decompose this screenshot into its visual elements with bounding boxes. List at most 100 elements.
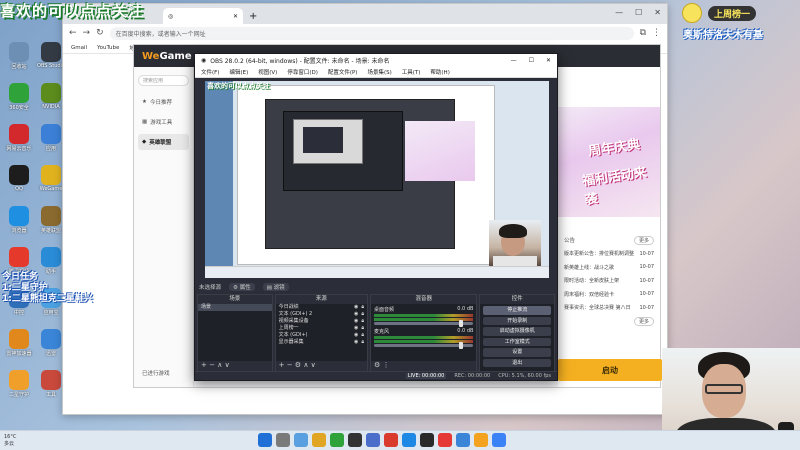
sidebar-item-recommend[interactable]: ★ 今日推荐 xyxy=(138,94,189,110)
eye-icon[interactable]: ◉ xyxy=(354,339,358,346)
taskbar-app-icon[interactable] xyxy=(366,433,380,447)
minimize-icon[interactable]: — xyxy=(615,8,623,17)
source-item[interactable]: 文本 (GDI+) ◉ 🔒︎ xyxy=(276,332,367,339)
add-icon[interactable]: + xyxy=(201,361,207,369)
control-button[interactable]: 停止推流 xyxy=(483,306,552,315)
taskbar-app-icon[interactable] xyxy=(258,433,272,447)
obs-menu-item[interactable]: 帮助(H) xyxy=(430,68,449,76)
eye-icon[interactable]: ◉ xyxy=(354,304,358,311)
gear-icon[interactable]: ⚙ xyxy=(374,361,380,369)
minimize-icon[interactable]: — xyxy=(511,57,517,64)
lock-icon[interactable]: 🔒︎ xyxy=(361,325,364,332)
news-row[interactable]: 限时活动：全新皮肤上架 10-07 xyxy=(558,274,660,288)
taskbar-app-icon[interactable] xyxy=(348,433,362,447)
address-bar[interactable]: 在百度中搜索，或者输入一个网址 xyxy=(109,26,634,40)
desktop-icon[interactable]: 回收站 xyxy=(4,42,34,76)
source-item[interactable]: 今日战绩 ◉ 🔒︎ xyxy=(276,304,367,311)
volume-slider[interactable] xyxy=(374,320,474,327)
volume-slider[interactable] xyxy=(374,342,474,349)
taskbar-app-icon[interactable] xyxy=(402,433,416,447)
control-button[interactable]: 设置 xyxy=(483,348,552,357)
obs-menu-item[interactable]: 文件(F) xyxy=(201,68,219,76)
lock-icon[interactable]: 🔒︎ xyxy=(361,339,364,346)
maximize-icon[interactable]: ☐ xyxy=(635,8,642,17)
eye-icon[interactable]: ◉ xyxy=(354,318,358,325)
news-more-button[interactable]: 更多 xyxy=(633,235,654,245)
bookmark-youtube[interactable]: YouTube xyxy=(97,45,119,51)
scene-item[interactable]: 场景 xyxy=(198,304,272,311)
news-row[interactable]: 周末福利：双倍经验卡 10-07 xyxy=(558,288,660,302)
taskbar-app-icon[interactable] xyxy=(456,433,470,447)
remove-icon[interactable]: − xyxy=(209,361,215,369)
source-item[interactable]: 文本 (GDI+) 2 ◉ 🔒︎ xyxy=(276,311,367,318)
close-tab-icon[interactable]: ✕ xyxy=(233,13,238,20)
desktop-icon[interactable]: 雷神加速器 xyxy=(4,329,34,363)
more-icon[interactable]: ⋮ xyxy=(383,361,390,369)
sidebar-item-tools[interactable]: ▦ 游戏工具 xyxy=(138,114,189,130)
source-item[interactable]: 显示器采集 ◉ 🔒︎ xyxy=(276,339,367,346)
taskbar-app-icon[interactable] xyxy=(276,433,290,447)
taskbar-app-icon[interactable] xyxy=(294,433,308,447)
menu-icon[interactable]: ⋮ xyxy=(652,28,661,38)
desktop-icon[interactable]: 浏览器 xyxy=(4,206,34,240)
reload-icon[interactable]: ↻ xyxy=(96,28,104,38)
news-row[interactable]: 新英雄上线：战斗之歌 10-07 xyxy=(558,261,660,275)
lock-icon[interactable]: 🔒︎ xyxy=(361,304,364,311)
down-icon[interactable]: ∨ xyxy=(225,361,230,369)
maximize-icon[interactable]: ☐ xyxy=(529,57,534,64)
desktop-icon[interactable]: 360安全 xyxy=(4,83,34,117)
eye-icon[interactable]: ◉ xyxy=(354,332,358,339)
obs-preview[interactable]: 喜欢的可以点点关注 xyxy=(205,81,549,278)
obs-menu-item[interactable]: 停靠窗口(D) xyxy=(287,68,318,76)
obs-menu-item[interactable]: 场景集(S) xyxy=(367,68,391,76)
browser-tab[interactable]: ◎ ✕ xyxy=(163,8,243,24)
taskbar-app-icon[interactable] xyxy=(420,433,434,447)
taskbar-app-icon[interactable] xyxy=(384,433,398,447)
close-icon[interactable]: ✕ xyxy=(546,57,551,64)
filters-button[interactable]: ▤ 滤镜 xyxy=(262,283,289,291)
down-icon[interactable]: ∨ xyxy=(311,361,316,369)
source-item[interactable]: 上周榜一 ◉ 🔒︎ xyxy=(276,325,367,332)
bookmark-gmail[interactable]: Gmail xyxy=(71,45,87,51)
taskbar-app-icon[interactable] xyxy=(474,433,488,447)
news-row[interactable]: 版本更新公告：排位赛机制调整 10-07 xyxy=(558,247,660,261)
desktop-icon[interactable]: 网易云音乐 xyxy=(4,124,34,158)
lock-icon[interactable]: 🔒︎ xyxy=(361,318,364,325)
sidebar-footer[interactable]: 已进行游戏 xyxy=(138,365,170,381)
obs-menu-item[interactable]: 视图(V) xyxy=(258,68,277,76)
properties-button[interactable]: ⚙ 属性 xyxy=(229,283,255,291)
control-button[interactable]: 开始录制 xyxy=(483,316,552,325)
obs-menu-item[interactable]: 配置文件(P) xyxy=(328,68,358,76)
weather-widget[interactable]: 16°C 多云 xyxy=(4,434,16,448)
lock-icon[interactable]: 🔒︎ xyxy=(361,311,364,318)
desktop-icon[interactable]: 二星守护 xyxy=(4,370,34,404)
taskbar-app-icon[interactable] xyxy=(330,433,344,447)
eye-icon[interactable]: ◉ xyxy=(354,325,358,332)
up-icon[interactable]: ∧ xyxy=(303,361,308,369)
add-icon[interactable]: + xyxy=(279,361,285,369)
up-icon[interactable]: ∧ xyxy=(217,361,222,369)
taskbar-app-icon[interactable] xyxy=(312,433,326,447)
desktop-icon[interactable]: QQ xyxy=(4,165,34,199)
sidebar-item-lol[interactable]: ◆ 英雄联盟 xyxy=(138,134,189,150)
close-icon[interactable]: ✕ xyxy=(654,8,661,17)
obs-menu-item[interactable]: 编辑(E) xyxy=(229,68,248,76)
extensions-icon[interactable]: ⧉ xyxy=(640,28,646,38)
news-row[interactable]: 赛事资讯：全球总决赛 第八日 10-07 xyxy=(558,301,660,315)
new-tab-button[interactable]: + xyxy=(249,11,257,24)
control-button[interactable]: 退出 xyxy=(483,358,552,367)
source-item[interactable]: 视频采集设备 ◉ 🔒︎ xyxy=(276,318,367,325)
taskbar-app-icon[interactable] xyxy=(438,433,452,447)
control-button[interactable]: 启动虚拟摄像机 xyxy=(483,327,552,336)
obs-menu-item[interactable]: 工具(T) xyxy=(402,68,421,76)
forward-icon[interactable]: → xyxy=(83,28,91,38)
gear-icon[interactable]: ⚙ xyxy=(295,361,301,369)
wegame-banner[interactable]: 周年庆典 福利活动来袭 xyxy=(558,107,660,217)
remove-icon[interactable]: − xyxy=(287,361,293,369)
lock-icon[interactable]: 🔒︎ xyxy=(361,332,364,339)
news-more-button-2[interactable]: 更多 xyxy=(633,317,654,326)
taskbar-app-icon[interactable] xyxy=(492,433,506,447)
back-icon[interactable]: ← xyxy=(69,28,77,38)
control-button[interactable]: 工作室模式 xyxy=(483,337,552,346)
launch-button[interactable]: 启动 xyxy=(558,359,662,381)
